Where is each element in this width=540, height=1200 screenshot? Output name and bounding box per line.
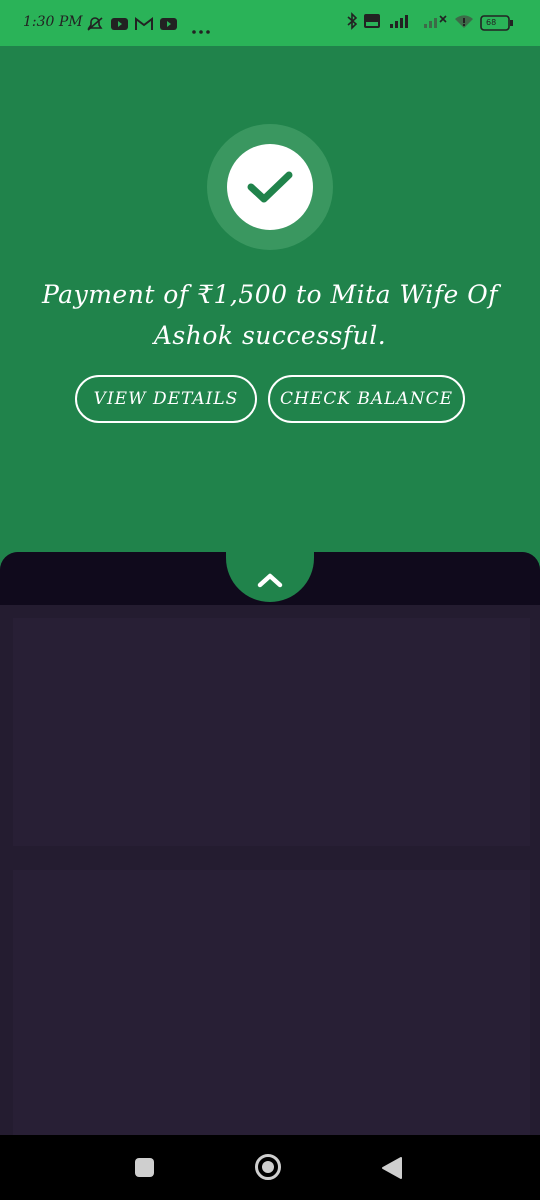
check-balance-button[interactable]: CHECK BALANCE <box>268 375 465 423</box>
loading-card <box>13 618 530 846</box>
battery-level: 68 <box>486 18 497 27</box>
check-circle <box>227 144 313 230</box>
signal-icon <box>422 13 448 33</box>
payment-success-message: Payment of ₹1,500 to Mita Wife Of Ashok … <box>41 280 499 350</box>
youtube-icon <box>111 16 128 35</box>
status-time: 1:30 PM <box>23 14 83 30</box>
gmail-icon <box>135 16 153 35</box>
navigation-bar <box>0 1135 540 1200</box>
back-icon[interactable] <box>381 1156 403 1184</box>
success-badge <box>207 124 333 250</box>
chevron-up-icon <box>257 573 283 588</box>
more-dots-icon <box>191 20 211 39</box>
payment-success-panel: Payment of ₹1,500 to Mita Wife Of Ashok … <box>0 46 540 606</box>
loading-card <box>13 870 530 1135</box>
home-icon[interactable] <box>255 1154 281 1180</box>
alarm-off-icon <box>86 16 104 36</box>
checkmark-icon <box>247 171 293 203</box>
bluetooth-icon <box>346 12 358 34</box>
signal-icon <box>386 13 416 33</box>
status-indicators: 68 <box>346 12 514 34</box>
volte-icon <box>364 13 380 33</box>
bottom-sheet <box>0 552 540 1135</box>
status-bar: 1:30 PM 68 <box>0 0 540 46</box>
recents-icon[interactable] <box>135 1158 154 1177</box>
wifi-icon <box>454 13 474 33</box>
battery-icon: 68 <box>480 15 514 31</box>
view-details-button[interactable]: VIEW DETAILS <box>75 375 257 423</box>
youtube-icon <box>160 16 177 35</box>
